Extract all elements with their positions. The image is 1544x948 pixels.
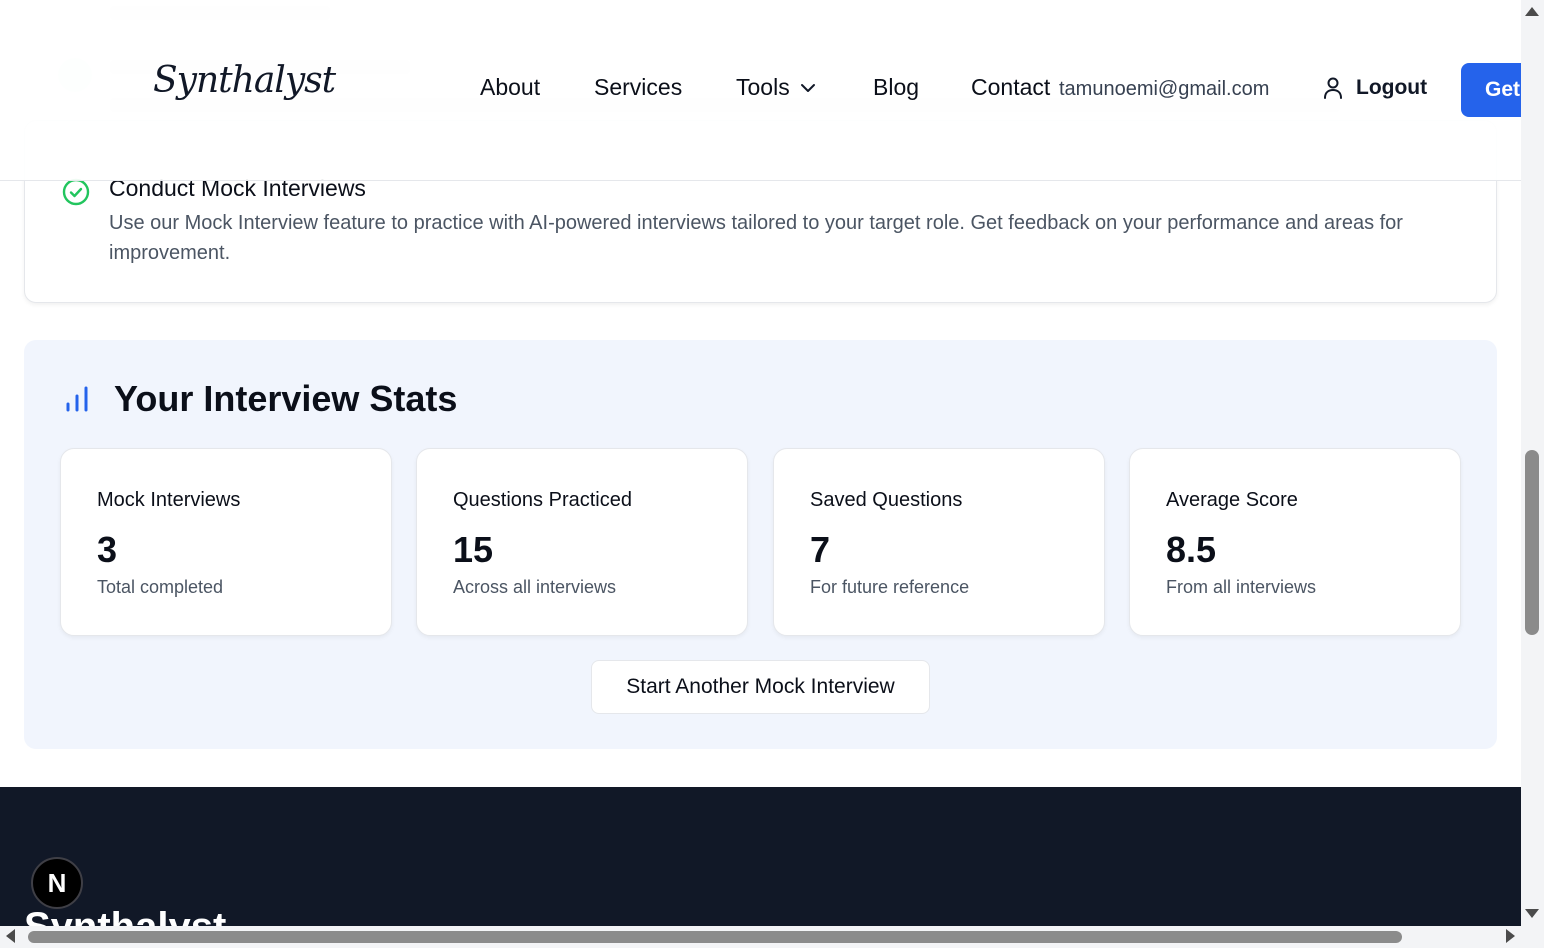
stat-card-average-score: Average Score 8.5 From all interviews (1129, 448, 1461, 636)
bar-chart-icon (66, 386, 88, 412)
stat-value: 15 (453, 529, 494, 570)
nav-services[interactable]: Services (594, 74, 682, 101)
get-started-button[interactable]: Get (1461, 63, 1521, 117)
stat-value: 7 (810, 529, 831, 570)
step-description: Use our Mock Interview feature to practi… (109, 212, 1403, 264)
user-icon (1324, 77, 1342, 99)
stat-label: Mock Interviews (97, 489, 241, 511)
stat-value: 8.5 (1166, 529, 1217, 570)
circle-check-icon (62, 178, 90, 206)
footer: Synthalyst (0, 787, 1521, 926)
nav-blog[interactable]: Blog (873, 74, 919, 101)
nav-contact[interactable]: Contact (971, 74, 1050, 101)
horizontal-scrollbar[interactable] (0, 926, 1521, 948)
user-email: tamunoemi@gmail.com (1059, 78, 1270, 100)
logo[interactable]: Synthalyst (153, 60, 336, 101)
horizontal-scroll-thumb[interactable] (28, 931, 1402, 943)
scroll-right-arrow-icon[interactable] (1506, 929, 1515, 943)
stat-subtext: Across all interviews (453, 577, 617, 597)
stat-card-mock-interviews: Mock Interviews 3 Total completed (60, 448, 392, 636)
site-header: Synthalyst About Services Tools Blog Con… (0, 0, 1521, 181)
stats-title: Your Interview Stats (114, 378, 458, 419)
logout-button[interactable]: Logout (1322, 76, 1427, 100)
stat-subtext: Total completed (97, 577, 224, 597)
scroll-up-arrow-icon[interactable] (1525, 7, 1539, 16)
stat-label: Average Score (1166, 489, 1298, 511)
scroll-down-arrow-icon[interactable] (1525, 909, 1539, 918)
logo-text: Synthalyst (153, 60, 336, 101)
nav-about[interactable]: About (480, 74, 540, 101)
scroll-left-arrow-icon[interactable] (6, 929, 15, 943)
logout-label: Logout (1356, 76, 1428, 99)
stat-value: 3 (97, 529, 118, 570)
nav-tools-label: Tools (736, 74, 790, 100)
stat-subtext: For future reference (810, 577, 970, 597)
stat-label: Questions Practiced (453, 489, 632, 511)
scrollbar-corner (1521, 926, 1544, 948)
stat-subtext: From all interviews (1166, 577, 1317, 597)
nav-tools-dropdown[interactable]: Tools (736, 74, 816, 101)
nextjs-dev-badge[interactable]: N (31, 857, 83, 909)
stat-label: Saved Questions (810, 489, 963, 511)
stat-card-saved-questions: Saved Questions 7 For future reference (773, 448, 1105, 636)
chevron-down-icon (800, 83, 815, 92)
vertical-scrollbar[interactable] (1521, 0, 1544, 926)
start-another-mock-interview-button[interactable]: Start Another Mock Interview (591, 660, 930, 714)
page-viewport: Conduct Mock Interviews Use our Mock Int… (0, 0, 1521, 926)
vertical-scroll-thumb[interactable] (1525, 450, 1539, 635)
stat-card-questions-practiced: Questions Practiced 15 Across all interv… (416, 448, 748, 636)
